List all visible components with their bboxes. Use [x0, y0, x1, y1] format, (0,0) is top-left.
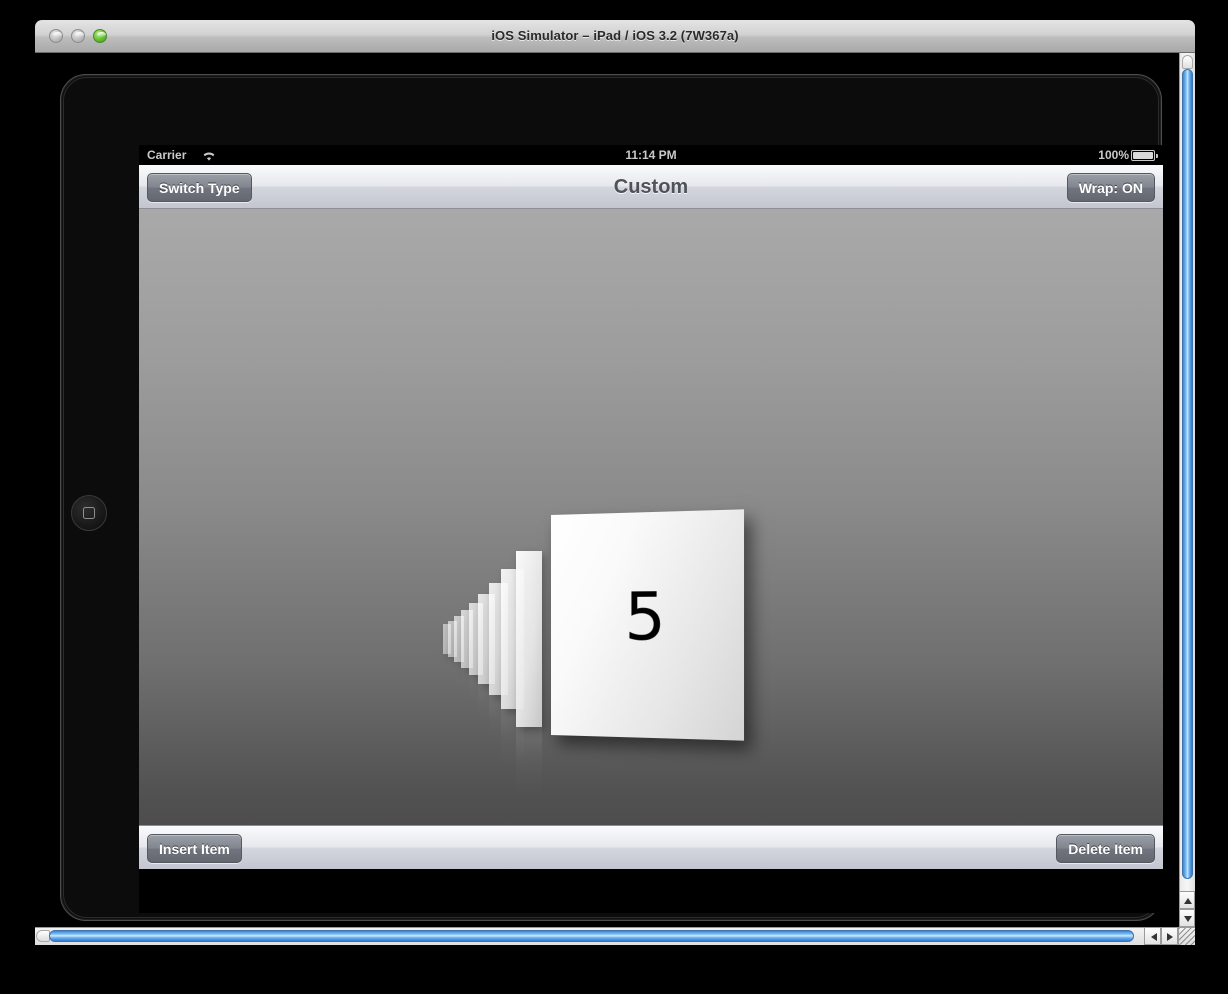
scroll-left-arrow-glyph: [1151, 933, 1157, 941]
scroll-left-arrow-icon[interactable]: [1144, 927, 1161, 945]
bottom-toolbar: Insert Item Delete Item: [139, 825, 1163, 869]
battery-percent-label: 100%: [1098, 148, 1129, 162]
window-titlebar[interactable]: iOS Simulator – iPad / iOS 3.2 (7W367a): [35, 20, 1195, 53]
vertical-scrollbar[interactable]: [1179, 53, 1195, 911]
wrap-toggle-button[interactable]: Wrap: ON: [1066, 173, 1155, 202]
battery-full-icon: [1131, 150, 1158, 161]
horizontal-scrollbar-thumb[interactable]: [49, 930, 1134, 942]
window-title: iOS Simulator – iPad / iOS 3.2 (7W367a): [491, 28, 739, 43]
scroll-right-arrow-icon[interactable]: [1161, 927, 1178, 945]
ipad-bezel: Carrier 11:14 PM 100% Custom Switch Type…: [60, 74, 1163, 921]
status-time: 11:14 PM: [625, 148, 677, 162]
horizontal-scrollbar-cap: [36, 930, 50, 942]
carousel-view[interactable]: 5 Insert Item Delete Item: [139, 209, 1163, 869]
vertical-scrollbar-thumb[interactable]: [1182, 69, 1193, 879]
horizontal-scrollbar[interactable]: [35, 927, 1179, 945]
battery-fill: [1133, 152, 1153, 159]
scroll-up-arrow-icon[interactable]: [1179, 891, 1195, 909]
status-bar: Carrier 11:14 PM 100%: [139, 145, 1163, 165]
carousel-item-reflection: [516, 727, 542, 824]
ipad-screen: Carrier 11:14 PM 100% Custom Switch Type…: [139, 145, 1163, 913]
carousel-item[interactable]: [516, 551, 542, 727]
home-button-square-glyph: [83, 507, 95, 519]
scroll-up-arrow-glyph: [1184, 898, 1192, 904]
carousel-item-label: 5: [624, 579, 666, 656]
scroll-right-arrow-glyph: [1167, 933, 1173, 941]
insert-item-button[interactable]: Insert Item: [147, 834, 242, 863]
switch-type-button[interactable]: Switch Type: [147, 173, 252, 202]
window-body: Carrier 11:14 PM 100% Custom Switch Type…: [35, 53, 1195, 945]
home-button-icon[interactable]: [71, 495, 107, 531]
resize-grip-icon[interactable]: [1178, 927, 1195, 945]
carousel-item-front[interactable]: 5: [551, 509, 745, 741]
desktop-background: iOS Simulator – iPad / iOS 3.2 (7W367a) …: [0, 0, 1228, 994]
carousel-stage: 5: [139, 209, 1163, 869]
delete-item-button[interactable]: Delete Item: [1056, 834, 1155, 863]
scroll-down-arrow-glyph: [1184, 916, 1192, 922]
simulator-window: iOS Simulator – iPad / iOS 3.2 (7W367a) …: [35, 20, 1195, 945]
vertical-scrollbar-cap: [1182, 55, 1193, 69]
scroll-down-arrow-icon[interactable]: [1179, 909, 1195, 927]
navigation-bar: Custom: [139, 165, 1163, 209]
page-title: Custom: [613, 176, 689, 198]
